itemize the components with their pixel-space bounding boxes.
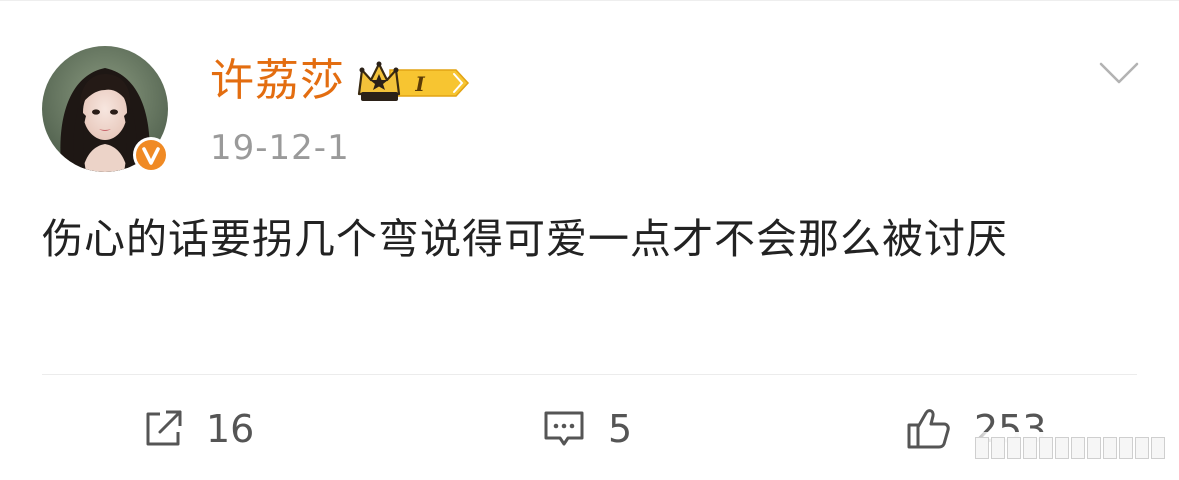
post-text: 伤心的话要拐几个弯说得可爱一点才不会那么被讨厌 bbox=[42, 215, 1008, 263]
user-avatar[interactable] bbox=[42, 46, 169, 173]
verified-v-icon bbox=[133, 137, 169, 173]
repost-icon bbox=[146, 410, 182, 446]
watermark-icon bbox=[975, 437, 1165, 459]
thumbs-up-icon bbox=[907, 409, 950, 449]
comment-count: 5 bbox=[608, 407, 633, 451]
comment-button[interactable]: 5 bbox=[542, 404, 632, 454]
crown-icon[interactable]: I bbox=[356, 60, 472, 106]
top-divider bbox=[0, 0, 1179, 1]
comment-icon bbox=[544, 411, 584, 446]
repost-button[interactable]: 16 bbox=[142, 404, 254, 454]
content-divider bbox=[42, 374, 1137, 375]
post-date: 19-12-1 bbox=[210, 128, 350, 168]
repost-count: 16 bbox=[206, 407, 255, 451]
chevron-down-icon[interactable] bbox=[1098, 58, 1140, 88]
vip-level: I bbox=[414, 72, 425, 96]
username[interactable]: 许荔莎 bbox=[210, 55, 345, 107]
